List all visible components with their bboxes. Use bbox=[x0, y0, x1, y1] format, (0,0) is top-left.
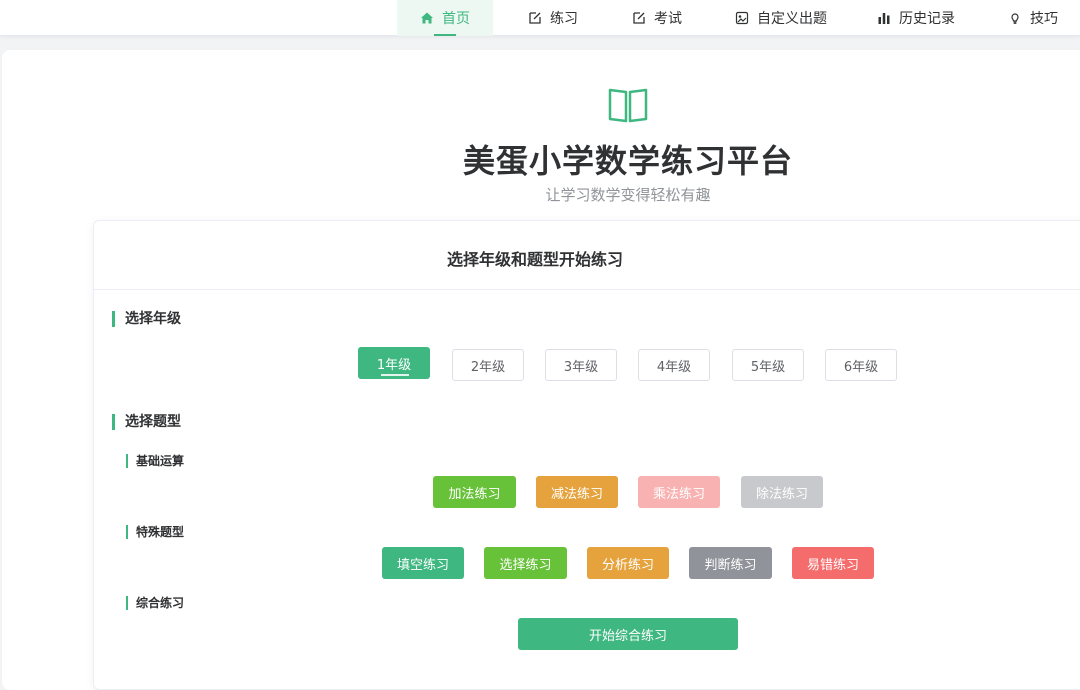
grade-button-5[interactable]: 5年级 bbox=[732, 349, 804, 381]
custom-icon bbox=[735, 11, 749, 25]
page-subtitle: 让学习数学变得轻松有趣 bbox=[545, 186, 711, 204]
addition-practice-button[interactable]: 加法练习 bbox=[433, 476, 516, 508]
bulb-icon bbox=[1011, 13, 1019, 24]
grade-button-6[interactable]: 6年级 bbox=[825, 349, 897, 381]
multiplication-practice-button[interactable]: 乘法练习 bbox=[638, 476, 720, 508]
home-icon bbox=[421, 12, 433, 24]
practice-card-title: 选择年级和题型开始练习 bbox=[446, 250, 623, 269]
comprehensive-label: 综合练习 bbox=[126, 596, 184, 610]
nav-home-label: 首页 bbox=[442, 11, 470, 27]
grade-button-2[interactable]: 2年级 bbox=[452, 349, 524, 381]
basic-ops-label: 基础运算 bbox=[126, 454, 184, 468]
nav-tips[interactable]: 技巧 bbox=[1000, 0, 1066, 36]
judgement-practice-button[interactable]: 判断练习 bbox=[689, 547, 772, 579]
type-section-label: 选择题型 bbox=[112, 414, 181, 430]
nav-history[interactable]: 历史记录 bbox=[869, 0, 963, 36]
chart-bar-icon bbox=[878, 13, 890, 24]
nav-custom-label: 自定义出题 bbox=[757, 11, 827, 27]
division-practice-button[interactable]: 除法练习 bbox=[741, 476, 823, 508]
nav-history-label: 历史记录 bbox=[899, 11, 955, 27]
nav-exam-label: 考试 bbox=[654, 11, 682, 27]
analysis-practice-button[interactable]: 分析练习 bbox=[587, 547, 669, 579]
start-comprehensive-button[interactable]: 开始综合练习 bbox=[518, 618, 738, 650]
edit-icon bbox=[633, 12, 645, 24]
edit-icon bbox=[529, 12, 541, 24]
nav-custom[interactable]: 自定义出题 bbox=[727, 0, 835, 36]
grade-section-label: 选择年级 bbox=[112, 311, 181, 327]
grade-button-3[interactable]: 3年级 bbox=[545, 349, 617, 381]
top-navbar: 首页 练习 考试 自定义出题 历史记录 技巧 bbox=[0, 0, 1080, 36]
error-prone-practice-button[interactable]: 易错练习 bbox=[792, 547, 874, 579]
nav-tips-label: 技巧 bbox=[1030, 11, 1058, 27]
choice-practice-button[interactable]: 选择练习 bbox=[484, 547, 567, 579]
nav-home[interactable]: 首页 bbox=[397, 0, 493, 36]
grade-button-1[interactable]: 1年级 bbox=[358, 347, 430, 379]
open-book-icon bbox=[608, 88, 648, 123]
grade-button-4[interactable]: 4年级 bbox=[638, 349, 710, 381]
page-title: 美蛋小学数学练习平台 bbox=[462, 142, 793, 180]
nav-practice[interactable]: 练习 bbox=[518, 0, 588, 36]
special-types-label: 特殊题型 bbox=[126, 525, 184, 539]
fill-blank-practice-button[interactable]: 填空练习 bbox=[382, 547, 464, 579]
subtraction-practice-button[interactable]: 减法练习 bbox=[536, 476, 618, 508]
nav-practice-label: 练习 bbox=[550, 11, 578, 27]
nav-exam[interactable]: 考试 bbox=[622, 0, 692, 36]
